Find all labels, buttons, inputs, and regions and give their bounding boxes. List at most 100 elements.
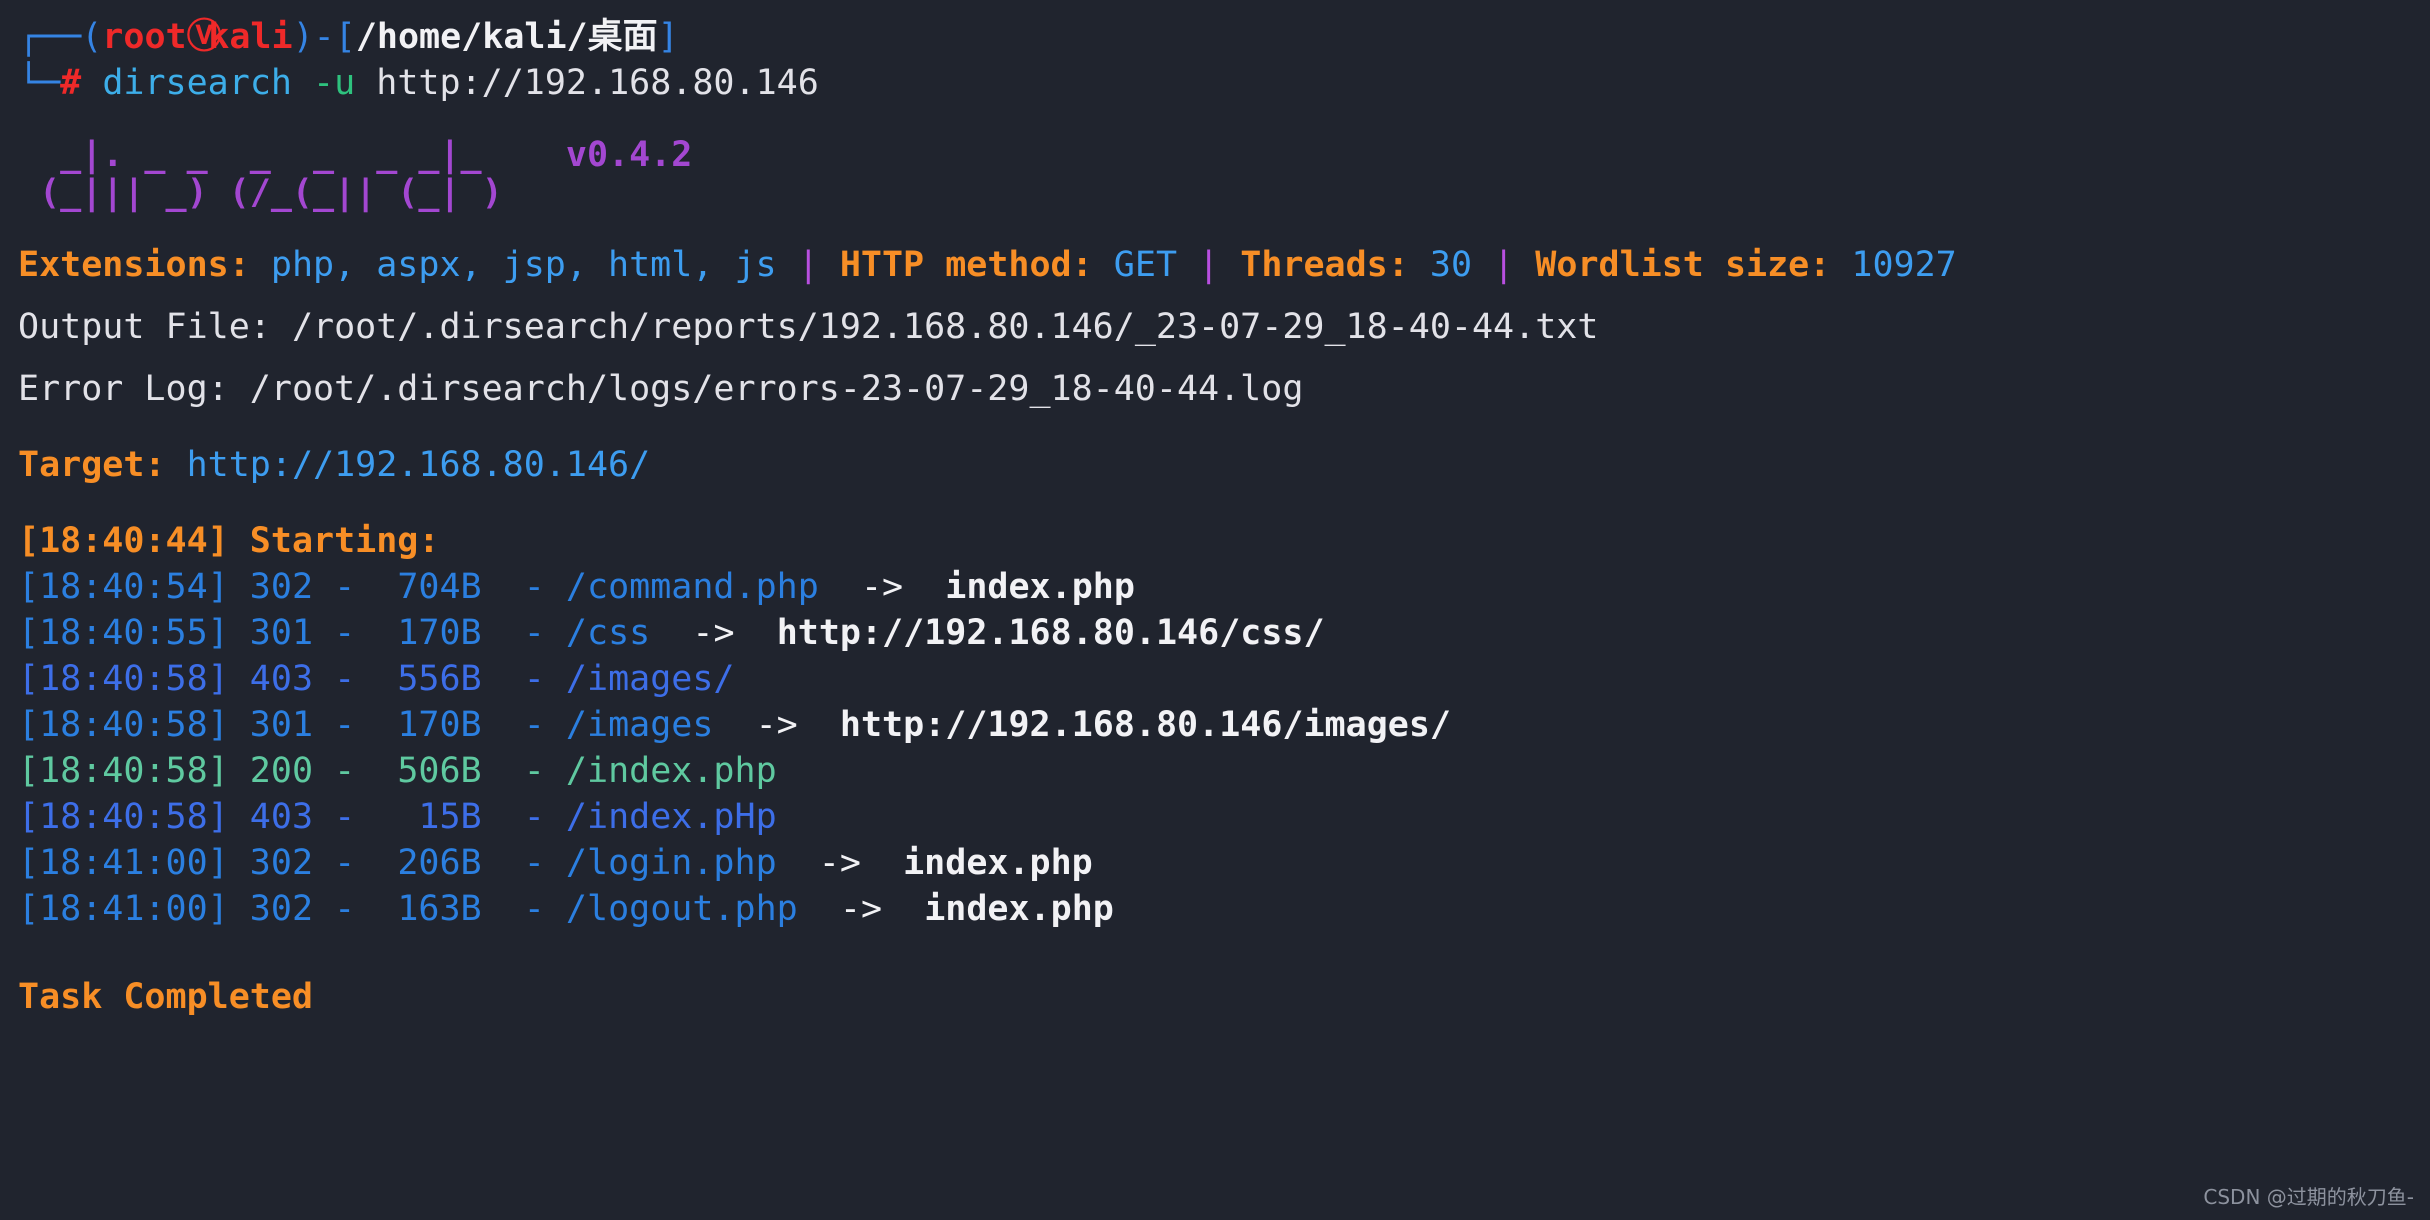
result-dash: - bbox=[523, 751, 545, 791]
target-line: Target: http://192.168.80.146/ bbox=[0, 442, 2430, 488]
prompt-dash: - bbox=[313, 17, 335, 57]
result-size: 206B bbox=[376, 843, 482, 883]
result-timestamp: [18:40:58] bbox=[18, 659, 229, 699]
result-status-code: 403 bbox=[249, 797, 314, 837]
task-completed-label: Task Completed bbox=[18, 977, 314, 1017]
result-redirect-arrow-icon: -> bbox=[860, 567, 904, 607]
prompt-bracket-close: ] bbox=[657, 17, 679, 57]
result-timestamp: [18:40:58] bbox=[18, 751, 229, 791]
csdn-watermark: CSDN @过期的秋刀鱼- bbox=[2203, 1185, 2414, 1209]
result-path: /images/ bbox=[565, 659, 735, 699]
result-dash: - bbox=[334, 889, 356, 929]
result-redirect-target: http://192.168.80.146/css/ bbox=[776, 613, 1325, 653]
result-timestamp: [18:40:55] bbox=[18, 613, 229, 653]
separator-icon: | bbox=[1493, 245, 1515, 285]
result-path: /images bbox=[565, 705, 714, 745]
result-size: 170B bbox=[376, 705, 482, 745]
scan-result-row: [18:40:58] 200 - 506B - /index.php bbox=[0, 748, 2430, 794]
prompt-box-bottom-icon: └─ bbox=[18, 63, 61, 103]
result-redirect-target: index.php bbox=[903, 843, 1093, 883]
result-status-code: 301 bbox=[249, 705, 314, 745]
target-label: Target: bbox=[18, 445, 166, 485]
shell-prompt-line-2[interactable]: └─# dirsearch -u http://192.168.80.146 bbox=[0, 60, 2430, 106]
result-redirect-arrow-icon: -> bbox=[839, 889, 883, 929]
result-size: 15B bbox=[376, 797, 482, 837]
scan-result-row: [18:40:58] 403 - 15B - /index.pHp bbox=[0, 794, 2430, 840]
result-dash: - bbox=[523, 659, 545, 699]
error-log-line: Error Log: /root/.dirsearch/logs/errors-… bbox=[0, 366, 2430, 412]
scan-result-row: [18:41:00] 302 - 206B - /login.php -> in… bbox=[0, 840, 2430, 886]
result-timestamp: [18:40:58] bbox=[18, 705, 229, 745]
result-dash: - bbox=[523, 567, 545, 607]
result-dash: - bbox=[523, 613, 545, 653]
task-completed-line: Task Completed bbox=[0, 974, 2430, 1020]
scan-result-row: [18:41:00] 302 - 163B - /logout.php -> i… bbox=[0, 886, 2430, 932]
result-redirect-target: index.php bbox=[945, 567, 1135, 607]
result-timestamp: [18:40:54] bbox=[18, 567, 229, 607]
result-status-code: 302 bbox=[249, 843, 314, 883]
dirsearch-version: v0.4.2 bbox=[565, 135, 693, 175]
separator-icon: | bbox=[1198, 245, 1220, 285]
shell-prompt-line-1: ┌──(rootⓋkali)-[/home/kali/桌面] bbox=[0, 14, 2430, 60]
result-dash: - bbox=[334, 751, 356, 791]
result-timestamp: [18:40:58] bbox=[18, 797, 229, 837]
result-status-code: 403 bbox=[249, 659, 314, 699]
result-dash: - bbox=[523, 843, 545, 883]
result-dash: - bbox=[334, 567, 356, 607]
result-dash: - bbox=[334, 613, 356, 653]
result-path: /command.php bbox=[565, 567, 819, 607]
terminal-window[interactable]: ┌──(rootⓋkali)-[/home/kali/桌面] └─# dirse… bbox=[0, 0, 2430, 1220]
command-argument: http://192.168.80.146 bbox=[376, 63, 819, 103]
result-redirect-arrow-icon: -> bbox=[818, 843, 861, 883]
prompt-bracket-open: [ bbox=[334, 17, 356, 57]
prompt-user: root bbox=[102, 17, 187, 57]
result-size: 556B bbox=[376, 659, 482, 699]
prompt-path: /home/kali/桌面 bbox=[355, 17, 658, 57]
result-status-code: 200 bbox=[249, 751, 314, 791]
result-status-code: 301 bbox=[249, 613, 314, 653]
starting-timestamp: [18:40:44] bbox=[18, 521, 229, 561]
extensions-value: php, aspx, jsp, html, js bbox=[270, 245, 777, 285]
starting-label: Starting: bbox=[249, 521, 440, 561]
scan-result-row: [18:40:54] 302 - 704B - /command.php -> … bbox=[0, 564, 2430, 610]
scan-result-row: [18:40:58] 403 - 556B - /images/ bbox=[0, 656, 2430, 702]
result-dash: - bbox=[334, 843, 356, 883]
result-path: /index.php bbox=[565, 751, 777, 791]
prompt-paren-open: ( bbox=[81, 17, 103, 57]
result-dash: - bbox=[334, 659, 356, 699]
threads-value: 30 bbox=[1429, 245, 1473, 285]
result-path: /logout.php bbox=[565, 889, 798, 929]
starting-line: [18:40:44] Starting: bbox=[0, 518, 2430, 564]
prompt-paren-close: ) bbox=[292, 17, 314, 57]
result-status-code: 302 bbox=[249, 889, 314, 929]
result-dash: - bbox=[523, 705, 545, 745]
result-path: /index.pHp bbox=[565, 797, 777, 837]
result-size: 506B bbox=[376, 751, 482, 791]
error-log-path: /root/.dirsearch/logs/errors-23-07-29_18… bbox=[249, 369, 1304, 409]
result-size: 704B bbox=[376, 567, 482, 607]
result-dash: - bbox=[523, 889, 545, 929]
extensions-label: Extensions: bbox=[18, 245, 250, 285]
separator-icon: | bbox=[797, 245, 819, 285]
result-dash: - bbox=[334, 705, 356, 745]
wordlist-size-label: Wordlist size: bbox=[1535, 245, 1831, 285]
result-timestamp: [18:41:00] bbox=[18, 889, 229, 929]
output-file-line: Output File: /root/.dirsearch/reports/19… bbox=[0, 304, 2430, 350]
result-path: /login.php bbox=[565, 843, 777, 883]
result-dash: - bbox=[334, 797, 356, 837]
prompt-box-top-icon: ┌── bbox=[18, 17, 82, 57]
prompt-hash-icon: # bbox=[60, 63, 82, 103]
result-timestamp: [18:41:00] bbox=[18, 843, 229, 883]
scan-info-line: Extensions: php, aspx, jsp, html, js | H… bbox=[0, 242, 2430, 288]
scan-result-row: [18:40:58] 301 - 170B - /images -> http:… bbox=[0, 702, 2430, 748]
target-url[interactable]: http://192.168.80.146/ bbox=[187, 445, 651, 485]
kali-dragon-icon: Ⓥ bbox=[186, 17, 222, 57]
error-log-label: Error Log: bbox=[18, 369, 229, 409]
result-redirect-target: http://192.168.80.146/images/ bbox=[839, 705, 1451, 745]
result-redirect-arrow-icon: -> bbox=[692, 613, 735, 653]
